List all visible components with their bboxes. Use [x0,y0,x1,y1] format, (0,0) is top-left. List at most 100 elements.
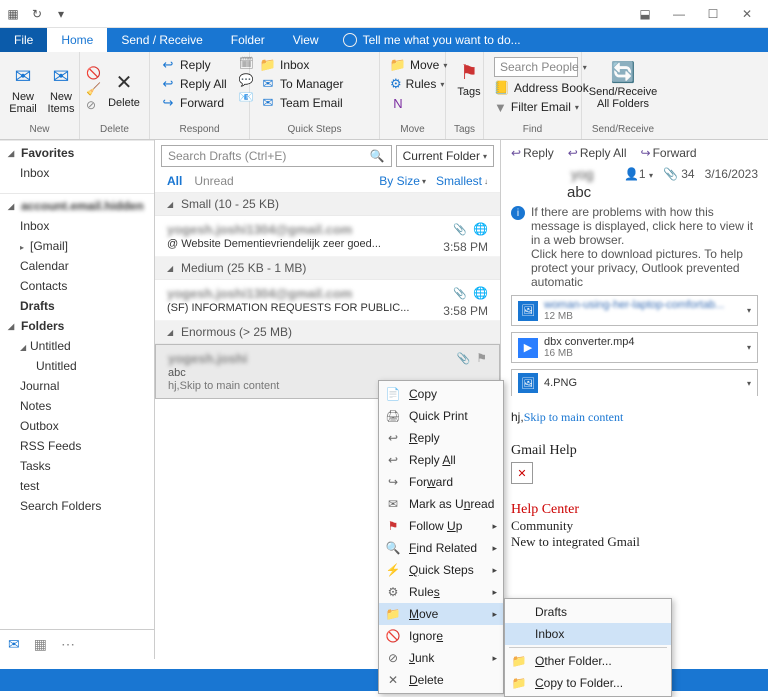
nav-inbox[interactable]: Inbox [0,216,154,236]
att-menu-icon[interactable]: ▾ [747,379,751,388]
favorites-header[interactable]: ◢Favorites [0,140,154,163]
nav-untitled[interactable]: ◢Untitled [0,336,154,356]
qs-inbox[interactable]: 📁Inbox [256,56,373,74]
ctx-forward[interactable]: ↪Forward [379,471,503,493]
ctx-junk[interactable]: ⊘Junk▸ [379,647,503,669]
close-button[interactable]: ✕ [730,2,764,26]
message-item[interactable]: yogesh.joshi1304@gmail.com (SF) INFORMAT… [155,280,500,321]
qs-to-manager[interactable]: ✉To Manager [256,75,373,93]
att-menu-icon[interactable]: ▾ [747,306,751,315]
cleanup-icon[interactable]: 🧹 [86,82,101,96]
nav-untitled-child[interactable]: Untitled [0,356,154,376]
fav-inbox[interactable]: Inbox [0,163,154,183]
nav-rss[interactable]: RSS Feeds [0,436,154,456]
rp-recipients[interactable]: 👤1 ▾ [624,167,653,181]
tab-folder[interactable]: Folder [217,28,279,52]
junk-icon[interactable]: ⊘ [86,98,101,112]
nav-drafts[interactable]: Drafts [0,296,154,316]
sort-by[interactable]: By Size ▾ [379,174,426,188]
tab-view[interactable]: View [279,28,333,52]
maximize-button[interactable]: ☐ [696,2,730,26]
new-gmail-link[interactable]: New to integrated Gmail [511,534,758,550]
ctx-delete[interactable]: ✕Delete [379,669,503,691]
sub-inbox[interactable]: 📁Inbox [505,623,671,645]
filter-all[interactable]: All [167,174,182,188]
nav-contacts[interactable]: Contacts [0,276,154,296]
community-link[interactable]: Community [511,518,758,534]
rp-reply-all[interactable]: ↩Reply All [568,146,627,160]
message-item[interactable]: yogesh.joshi1304@gmail.com @ Website Dem… [155,216,500,257]
body-link[interactable]: Skip to main content [524,410,624,424]
blocked-image-icon[interactable]: ✕ [511,462,533,484]
rp-infobar[interactable]: i If there are problems with how this me… [511,205,758,289]
ctx-rules[interactable]: ⚙Rules▸ [379,581,503,603]
attachment[interactable]: ▶ dbx converter.mp416 MB ▾ [511,332,758,363]
sub-other-folder[interactable]: 📁Other Folder... [505,650,671,672]
sort-dir[interactable]: Smallest ↓ [436,174,488,188]
ctx-quick-steps[interactable]: ⚡Quick Steps▸ [379,559,503,581]
ignore-icon[interactable]: 🚫 [86,66,101,80]
mail-view-icon[interactable]: ✉ [8,636,20,653]
ctx-find-related[interactable]: 🔍Find Related▸ [379,537,503,559]
delete-button[interactable]: ✕Delete [105,56,143,122]
nav-journal[interactable]: Journal [0,376,154,396]
nav-outbox[interactable]: Outbox [0,416,154,436]
calendar-view-icon[interactable]: ▦ [34,636,47,653]
ctx-copy[interactable]: 📄Copy [379,383,503,405]
tell-me[interactable]: Tell me what you want to do... [333,28,531,52]
search-people[interactable]: Search People▾ [490,56,575,78]
forward-button[interactable]: ↪Forward [156,94,231,112]
ctx-reply[interactable]: ↩Reply [379,427,503,449]
attachment[interactable]: 🖼 4.PNG ▾ [511,369,758,396]
group-medium[interactable]: ◢Medium (25 KB - 1 MB) [155,257,500,280]
tab-file[interactable]: File [0,28,47,52]
filter-unread[interactable]: Unread [194,174,233,188]
ctx-quick-print[interactable]: 🖨Quick Print [379,405,503,427]
ctx-move[interactable]: 📁Move▸ [379,603,503,625]
folders-header[interactable]: ◢Folders [0,316,154,336]
account-header[interactable]: ◢account.email.hidden [0,193,154,216]
more-views-icon[interactable]: ⋯ [61,636,75,653]
rp-forward[interactable]: ↪Forward [641,146,697,160]
reply-all-button[interactable]: ↩Reply All [156,75,231,93]
attachment[interactable]: 🖼 woman-using-her-laptop-comfortab...12 … [511,295,758,326]
new-email-button[interactable]: ✉New Email [6,56,40,122]
qat-dropdown-icon[interactable]: ▾ [52,5,70,23]
rp-attachments[interactable]: 📎 34 [663,167,695,181]
reply-button[interactable]: ↩Reply [156,56,231,74]
nav-tasks[interactable]: Tasks [0,456,154,476]
rp-reply[interactable]: ↩Reply [511,146,554,160]
nav-test[interactable]: test [0,476,154,496]
sub-drafts[interactable]: 📁Drafts [505,601,671,623]
group-enormous[interactable]: ◢Enormous (> 25 MB) [155,321,500,344]
ctx-ignore[interactable]: 🚫Ignore [379,625,503,647]
rules-button[interactable]: ⚙Rules▾ [386,75,439,93]
tags-button[interactable]: ⚑Tags [452,56,486,100]
address-book-button[interactable]: 📒Address Book [490,79,575,97]
search-input[interactable]: Search Drafts (Ctrl+E)🔍 [161,145,392,167]
help-center-link[interactable]: Help Center [511,502,758,518]
ribbon-expand-icon[interactable]: ⬓ [628,2,662,26]
ctx-follow-up[interactable]: ⚑Follow Up▸ [379,515,503,537]
qat-sendreceive-icon[interactable]: ↻ [28,5,46,23]
nav-search-folders[interactable]: Search Folders [0,496,154,516]
ctx-reply-all[interactable]: ↩Reply All [379,449,503,471]
att-menu-icon[interactable]: ▾ [747,343,751,352]
ctx-mark-unread[interactable]: ✉Mark as Unread [379,493,503,515]
move-button[interactable]: 📁Move▾ [386,56,439,74]
onenote-button[interactable]: N [386,94,439,112]
nav-calendar[interactable]: Calendar [0,256,154,276]
nav-notes[interactable]: Notes [0,396,154,416]
nav-gmail[interactable]: ▸[Gmail] [0,236,154,256]
tab-send-receive[interactable]: Send / Receive [107,28,216,52]
send-receive-button[interactable]: 🔄Send/Receive All Folders [588,56,658,112]
qs-team-email[interactable]: ✉Team Email [256,94,373,112]
tab-home[interactable]: Home [47,28,107,52]
qat-icon[interactable]: ▦ [4,5,22,23]
minimize-button[interactable]: — [662,2,696,26]
new-items-button[interactable]: ✉New Items [44,56,78,122]
group-small[interactable]: ◢Small (10 - 25 KB) [155,193,500,216]
search-scope[interactable]: Current Folder▾ [396,145,494,167]
flag-outline-icon[interactable]: ⚑ [476,351,487,365]
filter-email-button[interactable]: ▼Filter Email▾ [490,98,575,116]
